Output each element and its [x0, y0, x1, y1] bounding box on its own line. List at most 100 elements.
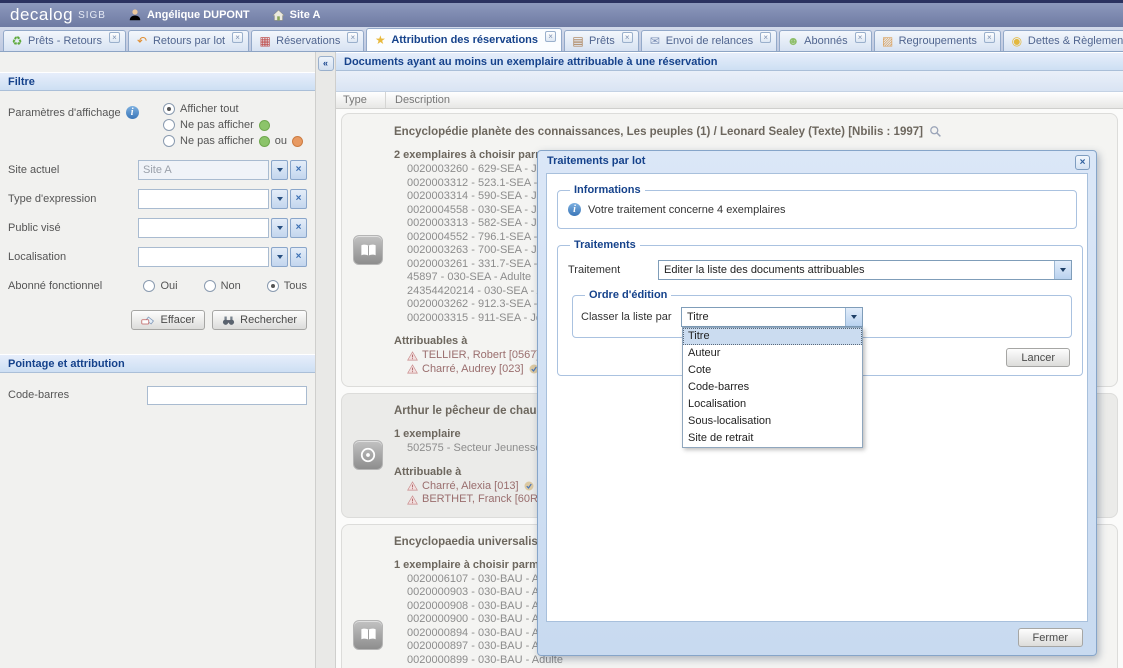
document-title-text: Encyclopaedia universalis :	[394, 536, 545, 548]
current-user[interactable]: Angélique DUPONT	[128, 8, 250, 22]
radio-button[interactable]	[267, 280, 279, 292]
clear-field-icon[interactable]: ×	[290, 160, 307, 180]
close-dialog-button[interactable]: Fermer	[1018, 628, 1083, 647]
tab-abonn-s[interactable]: ☻Abonnés×	[779, 30, 871, 51]
select-value[interactable]: Site A	[138, 160, 269, 180]
select-value[interactable]	[138, 247, 269, 267]
filter-section-header: Filtre	[0, 72, 315, 91]
document-title: Encyclopédie planète des connaissances, …	[394, 125, 1109, 138]
tab-regroupements[interactable]: ▨Regroupements×	[874, 30, 1001, 51]
order-select[interactable]: Titre TitreAuteurCoteCode-barresLocalisa…	[681, 307, 863, 327]
user-icon	[128, 8, 142, 22]
disc-icon	[353, 440, 383, 470]
tab-close-icon[interactable]: ×	[232, 32, 243, 43]
tab-envoi-de-relances[interactable]: ✉Envoi de relances×	[641, 30, 777, 51]
warning-icon	[407, 481, 418, 491]
order-option-sous-localisation[interactable]: Sous-localisation	[683, 413, 862, 430]
display-option-1[interactable]: Ne pas afficher	[163, 119, 303, 131]
tab-label: Prêts	[589, 35, 615, 47]
tab-label: Réservations	[276, 35, 340, 47]
app-logo: decalog	[10, 5, 73, 25]
warning-icon	[407, 364, 418, 374]
tab-pr-ts[interactable]: ▤Prêts×	[564, 30, 639, 51]
treatment-select[interactable]: Editer la liste des documents attribuabl…	[658, 260, 1072, 280]
select-value[interactable]	[138, 218, 269, 238]
column-type[interactable]: Type	[336, 92, 386, 108]
select-value[interactable]	[138, 189, 269, 209]
documents-toolbar	[336, 71, 1123, 92]
groupings-icon: ▨	[881, 34, 895, 48]
display-option-0[interactable]: Afficher tout	[163, 103, 303, 115]
debts-payments-icon: ◉	[1010, 34, 1024, 48]
green-status-dot	[259, 136, 270, 147]
type-cell	[342, 118, 394, 382]
type-cell	[342, 398, 394, 513]
abonne-option-non[interactable]: Non	[204, 280, 241, 292]
radio-button[interactable]	[163, 103, 175, 115]
radio-label: Non	[221, 280, 241, 292]
tab-r-servations[interactable]: ▦Réservations×	[251, 30, 364, 51]
tab-close-icon[interactable]: ×	[109, 32, 120, 43]
order-option-titre[interactable]: Titre	[683, 328, 862, 345]
filter-field-site-actuel: Site actuelSite A×	[8, 160, 307, 180]
tab-pr-ts-retours[interactable]: ♻Prêts - Retours×	[3, 30, 126, 51]
chevron-down-icon[interactable]	[845, 308, 862, 326]
order-option-code-barres[interactable]: Code-barres	[683, 379, 862, 396]
assign-hand-icon[interactable]	[523, 480, 535, 492]
order-option-site-de-retrait[interactable]: Site de retrait	[683, 430, 862, 447]
tab-close-icon[interactable]: ×	[545, 31, 556, 42]
tab-close-icon[interactable]: ×	[347, 32, 358, 43]
top-bar: decalog SIGB Angélique DUPONT Site A	[0, 0, 1123, 27]
book-icon	[353, 235, 383, 265]
tab-retours-par-lot[interactable]: ↶Retours par lot×	[128, 30, 249, 51]
launch-button[interactable]: Lancer	[1006, 348, 1070, 367]
column-description[interactable]: Description	[386, 92, 450, 108]
reservation-assignment-icon: ★	[373, 33, 387, 47]
tab-close-icon[interactable]: ×	[984, 32, 995, 43]
order-option-auteur[interactable]: Auteur	[683, 345, 862, 362]
current-site[interactable]: Site A	[272, 9, 321, 22]
info-icon: i	[568, 203, 581, 216]
barcode-input[interactable]	[147, 386, 307, 405]
radio-button[interactable]	[163, 135, 175, 147]
warning-icon	[407, 351, 418, 361]
reader-name: TELLIER, Robert [0567]	[422, 349, 539, 363]
chevron-down-icon[interactable]	[271, 218, 288, 238]
warning-icon	[407, 495, 418, 505]
search-button[interactable]: Rechercher	[212, 310, 307, 330]
radio-button[interactable]	[204, 280, 216, 292]
order-option-localisation[interactable]: Localisation	[683, 396, 862, 413]
radio-button[interactable]	[163, 119, 175, 131]
search-icon[interactable]	[929, 125, 942, 138]
abonne-option-oui[interactable]: Oui	[143, 280, 177, 292]
field-label: Localisation	[8, 251, 138, 263]
abonne-option-tous[interactable]: Tous	[267, 280, 307, 292]
tab-attribution-des-r-servations[interactable]: ★ Attribution des réservations ×	[366, 28, 562, 51]
dialog-close-icon[interactable]: ×	[1075, 155, 1090, 170]
clear-field-icon[interactable]: ×	[290, 218, 307, 238]
radio-button[interactable]	[143, 280, 155, 292]
chevron-down-icon[interactable]	[271, 189, 288, 209]
clear-field-icon[interactable]: ×	[290, 247, 307, 267]
chevron-down-icon[interactable]	[1054, 261, 1071, 279]
order-dropdown-list: TitreAuteurCoteCode-barresLocalisationSo…	[682, 327, 863, 448]
tab-close-icon[interactable]: ×	[760, 32, 771, 43]
informations-legend: Informations	[570, 184, 645, 196]
tab-dettes-r-glements[interactable]: ◉Dettes & Règlements×	[1003, 30, 1123, 51]
tab-label: Attribution des réservations	[391, 34, 538, 46]
tab-close-icon[interactable]: ×	[855, 32, 866, 43]
green-status-dot	[259, 120, 270, 131]
table-header: Type Description	[336, 92, 1123, 109]
collapse-sidebar-button[interactable]: «	[318, 56, 334, 71]
batch-returns-icon: ↶	[135, 34, 149, 48]
chevron-down-icon[interactable]	[271, 160, 288, 180]
tab-close-icon[interactable]: ×	[622, 32, 633, 43]
user-name: Angélique DUPONT	[147, 9, 250, 21]
order-option-cote[interactable]: Cote	[683, 362, 862, 379]
info-icon: i	[126, 106, 139, 119]
display-option-2[interactable]: Ne pas afficherou	[163, 135, 303, 147]
chevron-down-icon[interactable]	[271, 247, 288, 267]
clear-button[interactable]: Effacer	[131, 310, 205, 330]
clear-field-icon[interactable]: ×	[290, 189, 307, 209]
reminders-icon: ✉	[648, 34, 662, 48]
